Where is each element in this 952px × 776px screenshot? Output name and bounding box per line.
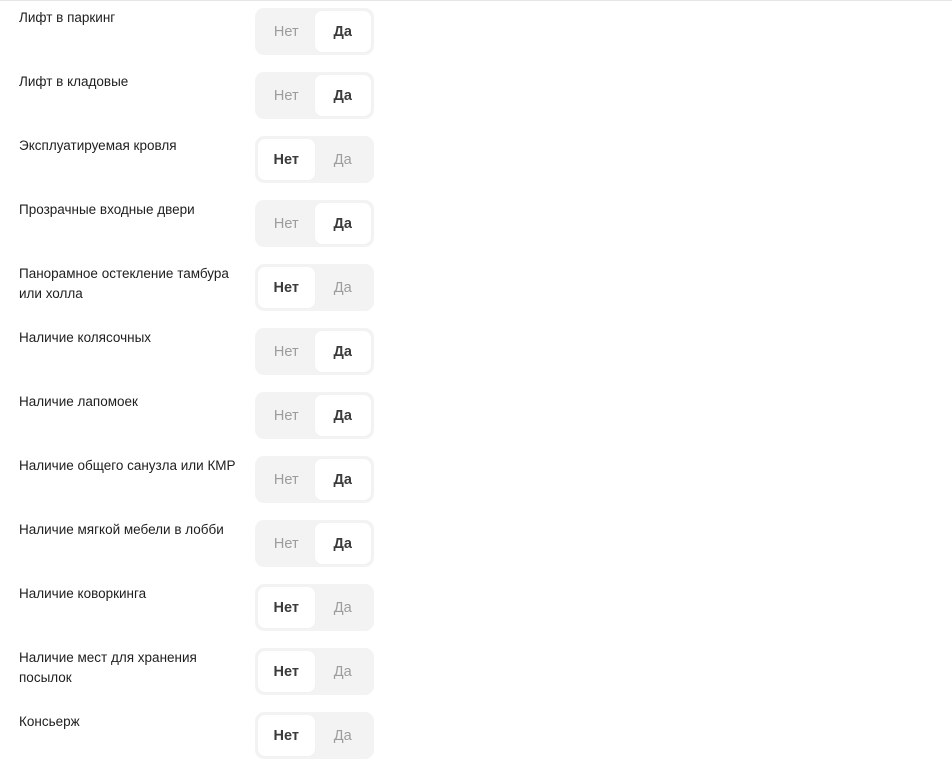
field-row-usable-roof: Эксплуатируемая кровля Нет Да (0, 136, 952, 200)
option-yes[interactable]: Да (314, 459, 371, 500)
field-row-panoramic-glazing: Панорамное остекление тамбура или холла … (0, 264, 952, 328)
field-label: Лифт в паркинг (19, 10, 116, 25)
option-yes[interactable]: Да (314, 331, 371, 372)
yes-no-toggle: Нет Да (255, 200, 374, 247)
field-label: Прозрачные входные двери (19, 202, 195, 217)
option-yes[interactable]: Да (315, 587, 372, 628)
field-row-concierge: Консьерж Нет Да (0, 712, 952, 776)
field-row-parking-lift: Лифт в паркинг Нет Да (0, 8, 952, 72)
yes-no-toggle: Нет Да (255, 392, 374, 439)
option-yes[interactable]: Да (315, 715, 372, 756)
option-no[interactable]: Нет (258, 75, 315, 116)
field-label: Наличие колясочных (19, 330, 152, 345)
option-no[interactable]: Нет (258, 395, 315, 436)
field-label: Наличие коворкинга (19, 586, 147, 601)
option-no[interactable]: Нет (258, 715, 315, 756)
option-no[interactable]: Нет (258, 11, 315, 52)
top-divider (0, 0, 952, 1)
field-row-storage-lift: Лифт в кладовые Нет Да (0, 72, 952, 136)
option-no[interactable]: Нет (258, 331, 315, 372)
field-row-parcel-storage: Наличие мест для хранения посылок Нет Да (0, 648, 952, 712)
yes-no-toggle: Нет Да (255, 456, 374, 503)
yes-no-toggle: Нет Да (255, 8, 374, 55)
option-no[interactable]: Нет (258, 459, 315, 500)
yes-no-toggle: Нет Да (255, 520, 374, 567)
field-label: Эксплуатируемая кровля (19, 138, 177, 153)
field-row-lobby-furniture: Наличие мягкой мебели в лобби Нет Да (0, 520, 952, 584)
option-yes[interactable]: Да (314, 75, 371, 116)
option-yes[interactable]: Да (314, 395, 371, 436)
yes-no-toggle: Нет Да (255, 712, 374, 759)
yes-no-toggle: Нет Да (255, 136, 374, 183)
amenities-form: Лифт в паркинг Нет Да Лифт в кладовые Не… (0, 8, 952, 776)
option-no[interactable]: Нет (258, 203, 315, 244)
field-label: Наличие лапомоек (19, 394, 138, 409)
yes-no-toggle: Нет Да (255, 584, 374, 631)
option-no[interactable]: Нет (258, 139, 315, 180)
field-label: Панорамное остекление тамбура или холла (19, 266, 229, 301)
option-no[interactable]: Нет (258, 587, 315, 628)
option-yes[interactable]: Да (315, 267, 372, 308)
yes-no-toggle: Нет Да (255, 72, 374, 119)
field-row-pet-wash: Наличие лапомоек Нет Да (0, 392, 952, 456)
option-yes[interactable]: Да (314, 203, 371, 244)
field-row-public-restroom: Наличие общего санузла или КМР Нет Да (0, 456, 952, 520)
option-yes[interactable]: Да (315, 139, 372, 180)
option-no[interactable]: Нет (258, 523, 315, 564)
yes-no-toggle: Нет Да (255, 264, 374, 311)
field-label: Наличие мест для хранения посылок (19, 650, 197, 685)
field-label: Наличие мягкой мебели в лобби (19, 522, 224, 537)
field-label: Наличие общего санузла или КМР (19, 458, 236, 473)
yes-no-toggle: Нет Да (255, 328, 374, 375)
field-row-stroller-rooms: Наличие колясочных Нет Да (0, 328, 952, 392)
option-yes[interactable]: Да (315, 651, 372, 692)
field-label: Консьерж (19, 714, 80, 729)
field-row-coworking: Наличие коворкинга Нет Да (0, 584, 952, 648)
option-yes[interactable]: Да (314, 523, 371, 564)
field-label: Лифт в кладовые (19, 74, 129, 89)
field-row-glass-entry-doors: Прозрачные входные двери Нет Да (0, 200, 952, 264)
option-no[interactable]: Нет (258, 267, 315, 308)
option-yes[interactable]: Да (314, 11, 371, 52)
option-no[interactable]: Нет (258, 651, 315, 692)
yes-no-toggle: Нет Да (255, 648, 374, 695)
